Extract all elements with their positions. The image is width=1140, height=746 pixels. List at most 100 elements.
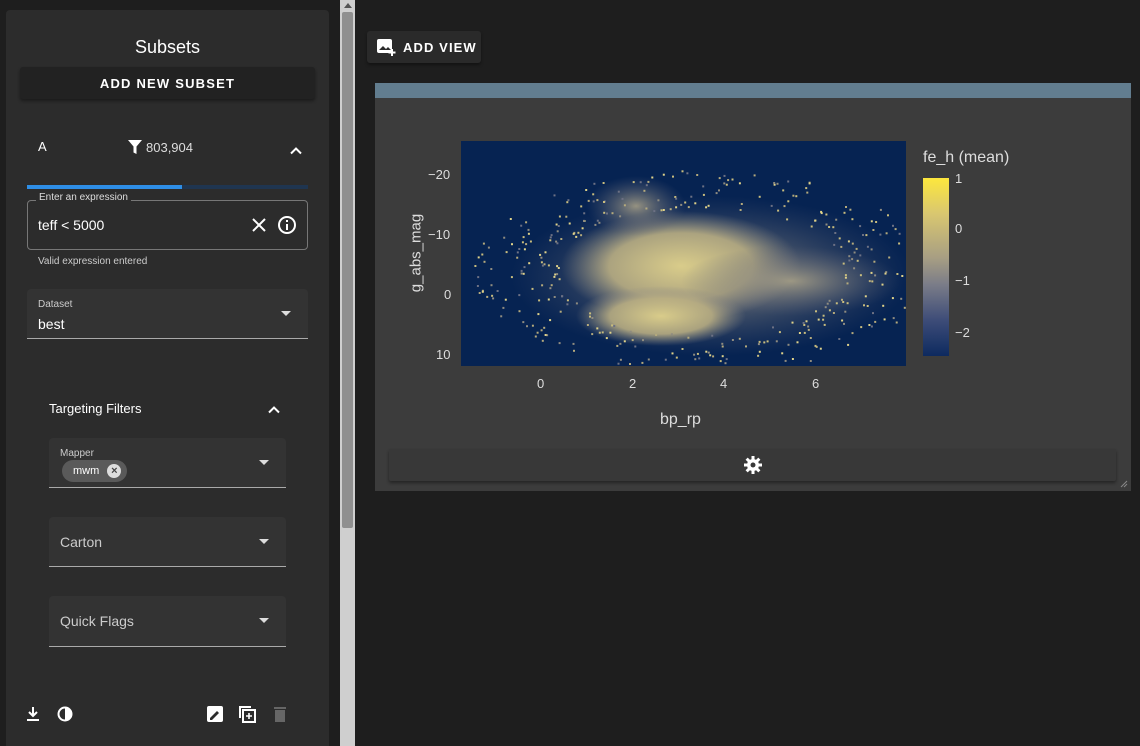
heatmap-cell [834, 232, 837, 234]
heatmap-cell [537, 313, 540, 316]
add-new-subset-button[interactable]: ADD NEW SUBSET [20, 67, 315, 99]
heatmap-cell [770, 204, 773, 207]
heatmap-cell [662, 209, 665, 211]
gear-icon[interactable] [743, 455, 763, 475]
quick-flags-select[interactable]: Quick Flags [49, 596, 286, 647]
heatmap-cell [835, 218, 838, 221]
heatmap-cell [553, 275, 556, 278]
heatmap-cell [721, 355, 724, 358]
download-icon[interactable] [23, 704, 43, 724]
x-tick-label: 4 [720, 376, 728, 391]
copy-icon[interactable] [237, 704, 257, 724]
heatmap-cell [825, 223, 828, 226]
heatmap-cell [516, 256, 519, 259]
quick-flags-label: Quick Flags [60, 613, 134, 629]
heatmap-cell [580, 205, 583, 208]
heatmap-cell [477, 256, 480, 259]
add-view-label: ADD VIEW [403, 39, 477, 55]
heatmap-cell [609, 331, 612, 334]
heatmap-cloud [586, 176, 686, 236]
heatmap-cell [892, 317, 895, 320]
heatmap-cell [873, 260, 876, 263]
heatmap-cell [556, 230, 559, 233]
heatmap-cell [567, 199, 570, 202]
scroll-up-icon[interactable] [344, 3, 352, 8]
heatmap-cell [792, 194, 795, 197]
expression-hint: Valid expression entered [38, 256, 148, 267]
heatmap-cell [560, 238, 563, 240]
expression-input[interactable]: teff < 5000 [38, 217, 104, 233]
collapse-subset-icon[interactable] [290, 145, 302, 157]
heatmap-cell [619, 358, 622, 361]
heatmap-cell [725, 183, 728, 186]
heatmap-cell [848, 259, 851, 262]
heatmap-cell [866, 305, 869, 307]
heatmap-plot[interactable] [461, 141, 906, 366]
heatmap-cell [871, 280, 874, 283]
heatmap-cell [557, 225, 560, 227]
heatmap-cell [520, 224, 523, 227]
heatmap-cell [565, 215, 568, 218]
x-tick-label: 2 [629, 376, 637, 391]
subsets-sidebar: Subsets ADD NEW SUBSET A 803,904 Enter a… [6, 10, 329, 746]
view-settings-bar[interactable] [389, 449, 1116, 481]
heatmap-cell [807, 325, 810, 328]
dropdown-arrow-icon [281, 311, 291, 316]
heatmap-cell [690, 195, 693, 198]
heatmap-cell [841, 298, 843, 301]
heatmap-cell [851, 218, 854, 221]
heatmap-cell [681, 170, 684, 173]
heatmap-cell [491, 294, 494, 297]
heatmap-cell [888, 256, 891, 259]
collapse-targeting-icon[interactable] [268, 404, 280, 416]
heatmap-cell [745, 345, 747, 348]
clear-icon[interactable] [249, 215, 269, 235]
add-view-button[interactable]: ADD VIEW [367, 31, 481, 63]
heatmap-cell [556, 265, 559, 268]
expression-field[interactable]: Enter an expression teff < 5000 [27, 192, 308, 250]
heatmap-cell [815, 310, 817, 313]
invert-icon[interactable] [55, 704, 75, 724]
heatmap-cell [898, 232, 901, 235]
scrollbar[interactable] [340, 0, 355, 746]
heatmap-cell [502, 306, 505, 309]
heatmap-cell [884, 272, 887, 275]
dataset-select[interactable]: Dataset best [27, 289, 308, 339]
expression-label: Enter an expression [36, 192, 131, 203]
heatmap-cell [725, 358, 728, 361]
dropdown-arrow-icon [259, 460, 269, 465]
heatmap-cell [896, 273, 899, 275]
colorbar-title: fe_h (mean) [923, 149, 1010, 166]
edit-image-icon[interactable] [205, 704, 225, 724]
heatmap-cell [631, 339, 634, 342]
heatmap-cell [541, 284, 544, 287]
scrollbar-thumb[interactable] [342, 12, 353, 528]
heatmap-cell [629, 363, 631, 365]
resize-handle-icon[interactable] [1120, 480, 1128, 488]
colorbar-tick-label: 1 [955, 171, 963, 186]
delete-icon[interactable] [270, 704, 290, 724]
heatmap-cell [647, 358, 650, 361]
heatmap-view-card: −20 −10 0 10 g_abs_mag 0 2 4 6 bp_rp fe_… [375, 83, 1131, 491]
heatmap-cell [557, 267, 560, 269]
carton-select[interactable]: Carton [49, 517, 286, 567]
heatmap-cell [671, 352, 674, 355]
x-axis-label: bp_rp [660, 411, 701, 428]
heatmap-cell [585, 189, 588, 191]
heatmap-cell [712, 355, 715, 358]
view-drag-handle[interactable] [375, 83, 1131, 98]
mapper-select[interactable]: Mapper mwm × [49, 438, 286, 488]
x-tick-label: 6 [812, 376, 820, 391]
heatmap-cell [773, 182, 776, 184]
remove-chip-icon[interactable]: × [107, 464, 122, 478]
heatmap-cell [531, 324, 534, 327]
colorbar-tick-label: −1 [955, 273, 970, 288]
heatmap-cell [727, 179, 730, 182]
heatmap-cell [504, 298, 507, 301]
heatmap-cell [687, 206, 690, 209]
heatmap-cell [623, 204, 626, 207]
y-axis-label: g_abs_mag [407, 213, 425, 293]
heatmap-cell [549, 239, 552, 242]
heatmap-cell [572, 232, 575, 235]
info-icon[interactable] [277, 215, 297, 235]
